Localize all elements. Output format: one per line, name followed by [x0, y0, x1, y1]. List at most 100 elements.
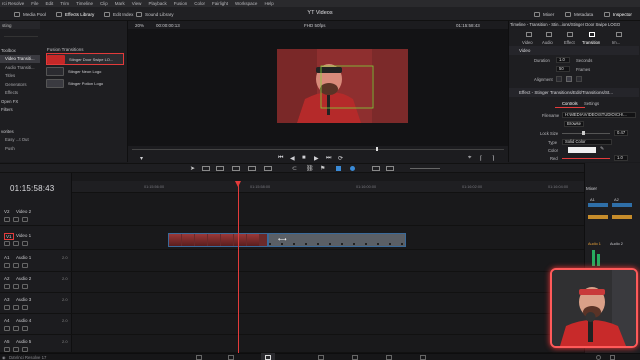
tree-item-video-transitions[interactable]: Video Transiti... — [0, 54, 40, 63]
mute-icon[interactable] — [22, 284, 28, 289]
fx-item-stinger-door-swipe[interactable]: Stinger Door Swipe LO... — [46, 53, 124, 65]
home-icon[interactable] — [596, 354, 601, 360]
eq-bar[interactable] — [588, 203, 608, 207]
edit-index-button[interactable]: Edit Index — [104, 9, 133, 19]
transition-clip[interactable] — [268, 233, 406, 247]
mixer-button[interactable]: Mixer — [534, 9, 554, 19]
lock-size-slider-handle[interactable] — [582, 131, 585, 135]
tab-image[interactable]: Im... — [612, 40, 620, 45]
duration-seconds-field[interactable]: 1.0 — [556, 57, 570, 63]
tree-item-titles[interactable]: Titles — [0, 72, 40, 81]
match-frame-icon[interactable]: ⌖ — [468, 155, 471, 162]
lock-size-field[interactable]: 0.47 — [614, 130, 628, 136]
menu-item[interactable]: View — [132, 1, 142, 6]
lock-track-icon[interactable] — [4, 326, 10, 331]
sound-library-button[interactable]: Sound Library — [136, 9, 174, 19]
subtab-controls[interactable]: Controls — [562, 101, 578, 106]
track-header-a5[interactable]: A5 Audio 5 2.0 — [0, 336, 72, 353]
tree-item-open-fx[interactable]: Open FX — [0, 97, 40, 106]
tab-video[interactable]: Video — [522, 40, 533, 45]
format-label[interactable]: FHD 50fps — [304, 23, 326, 28]
fx-item-stinger-neon-logo[interactable]: Stinger Neon Logo — [46, 65, 128, 77]
duration-frames-field[interactable]: 50 — [556, 66, 570, 72]
lock-track-icon[interactable] — [4, 305, 10, 310]
skip-forward-icon[interactable]: ⏭ — [326, 155, 331, 162]
flag-color-icon[interactable] — [336, 166, 341, 171]
menu-item[interactable]: Workspace — [235, 1, 257, 6]
browse-button[interactable]: Browse — [564, 121, 584, 127]
play-icon[interactable]: ▶ — [314, 155, 319, 162]
link-icon[interactable]: ⛓ — [306, 165, 314, 172]
inspector-button[interactable]: Inspector — [604, 9, 632, 19]
menu-item[interactable]: Edit — [46, 1, 54, 6]
edit-page-icon[interactable] — [265, 354, 271, 360]
playhead[interactable] — [238, 181, 239, 353]
trim-tool-icon[interactable] — [202, 166, 210, 171]
snapping-icon[interactable]: ⊂ — [292, 165, 297, 172]
position-lock-icon[interactable]: ⚑ — [320, 165, 325, 172]
filename-field[interactable]: H:\MEDIA\VIDEO\STUDIO\CH\... — [562, 112, 636, 118]
track-visibility-icon[interactable] — [22, 241, 28, 246]
deliver-page-icon[interactable] — [420, 354, 426, 360]
stop-icon[interactable]: ■ — [302, 155, 306, 161]
track-header-a4[interactable]: A4 Audio 4 2.0 — [0, 315, 72, 335]
subtab-settings[interactable]: Settings — [584, 101, 599, 106]
lock-track-icon[interactable] — [4, 217, 10, 222]
zoom-full-icon[interactable] — [372, 166, 380, 171]
track-lane-v2[interactable] — [72, 206, 584, 226]
track-lane-a3[interactable] — [72, 294, 584, 314]
track-header-a2[interactable]: A2 Audio 2 2.0 — [0, 273, 72, 293]
solo-icon[interactable] — [13, 326, 19, 331]
tree-item-toolbox[interactable]: Toolbox — [0, 46, 40, 55]
marker-color-icon[interactable] — [350, 166, 355, 171]
align-start-button[interactable] — [556, 76, 562, 82]
tab-transition[interactable]: Transition — [582, 40, 600, 45]
media-page-icon[interactable] — [196, 354, 202, 360]
red-field[interactable]: 1.0 — [614, 155, 628, 161]
dynamics-bar[interactable] — [612, 215, 632, 219]
menu-item[interactable]: Playback — [148, 1, 166, 6]
tree-item-filters[interactable]: Filters — [0, 106, 40, 115]
viewer-options-icon[interactable]: ▾ — [140, 155, 143, 162]
menu-item[interactable]: rci Resolve — [2, 1, 24, 6]
menu-item[interactable]: Help — [264, 1, 273, 6]
eq-bar[interactable] — [612, 203, 632, 207]
track-visibility-icon[interactable] — [22, 217, 28, 222]
mute-icon[interactable] — [22, 347, 28, 352]
track-lane-a4[interactable] — [72, 315, 584, 335]
red-slider[interactable] — [562, 158, 610, 159]
dynamic-trim-icon[interactable] — [216, 166, 224, 171]
track-header-a3[interactable]: A3 Audio 3 2.0 — [0, 294, 72, 314]
favorite-item[interactable]: Easy ...t Out — [0, 136, 40, 145]
menu-item[interactable]: File — [31, 1, 38, 6]
menu-item[interactable]: Fusion — [174, 1, 188, 6]
tree-item-generators[interactable]: Generators — [0, 80, 40, 89]
insert-clip-icon[interactable] — [248, 166, 256, 171]
in-point-icon[interactable]: ⌈ — [480, 155, 482, 162]
fairlight-page-icon[interactable] — [386, 354, 392, 360]
lock-track-icon[interactable] — [4, 241, 10, 246]
favorite-item[interactable]: Push — [0, 144, 40, 153]
timeline-timecode[interactable]: 01:15:58:43 — [10, 184, 54, 193]
tab-audio[interactable]: Audio — [542, 40, 553, 45]
menu-item[interactable]: Color — [194, 1, 205, 6]
fx-item-stinger-potion-logo[interactable]: Stinger Potion Logo — [46, 77, 128, 89]
play-reverse-icon[interactable]: ◀ — [290, 155, 295, 162]
auto-select-icon[interactable] — [13, 217, 19, 222]
settings-icon[interactable] — [610, 354, 615, 360]
fusion-page-icon[interactable] — [318, 354, 324, 360]
effects-library-button[interactable]: Effects Library — [56, 9, 94, 19]
blade-tool-icon[interactable] — [232, 166, 240, 171]
cut-page-icon[interactable] — [228, 354, 234, 360]
menu-item[interactable]: Fairlight — [212, 1, 228, 6]
mute-icon[interactable] — [22, 305, 28, 310]
solo-icon[interactable] — [13, 305, 19, 310]
zoom-level[interactable]: 20% — [135, 23, 144, 28]
video-clip[interactable] — [168, 233, 268, 247]
lock-track-icon[interactable] — [4, 284, 10, 289]
video-preview[interactable] — [277, 49, 408, 123]
video-section-header[interactable]: Video — [509, 46, 639, 55]
track-header-v2[interactable]: V2 Video 2 — [0, 206, 72, 226]
menu-item[interactable]: Clip — [100, 1, 108, 6]
lock-size-slider[interactable] — [562, 133, 610, 134]
